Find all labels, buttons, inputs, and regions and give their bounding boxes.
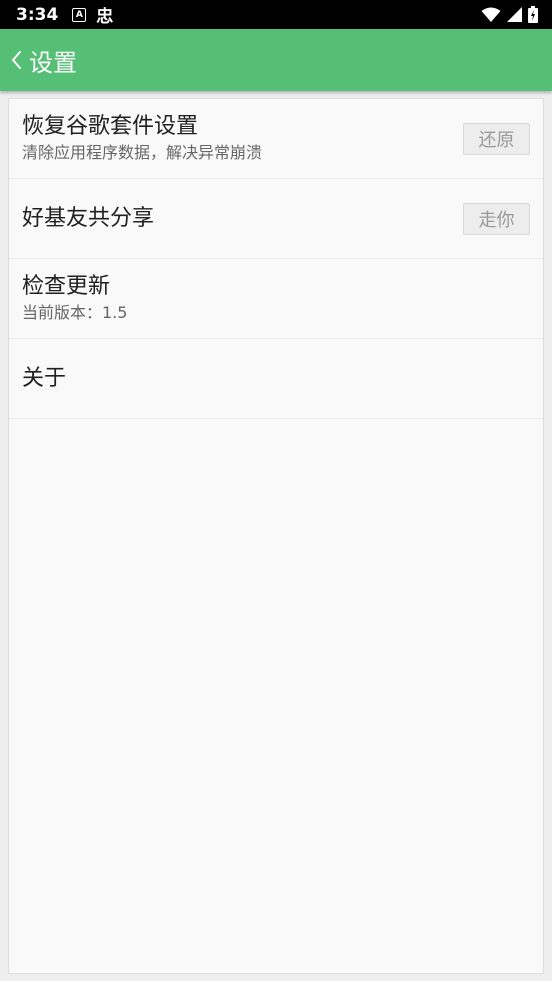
setting-about[interactable]: 关于: [9, 339, 543, 419]
setting-restore-gapps[interactable]: 恢复谷歌套件设置 清除应用程序数据，解决异常崩溃 还原: [9, 99, 543, 179]
wifi-icon: [481, 7, 501, 22]
setting-title: 好基友共分享: [22, 205, 155, 231]
chevron-left-icon: [12, 51, 21, 69]
setting-title: 关于: [22, 365, 67, 391]
setting-check-update[interactable]: 检查更新 当前版本：1.5: [9, 259, 543, 339]
setting-subtitle: 当前版本：1.5: [22, 303, 128, 322]
notification-a-icon: A: [72, 7, 87, 22]
signal-icon: [507, 7, 522, 22]
settings-list: 恢复谷歌套件设置 清除应用程序数据，解决异常崩溃 还原 好基友共分享 走你 检查…: [8, 98, 544, 974]
setting-title: 检查更新: [22, 274, 111, 299]
page-title: 设置: [29, 48, 77, 77]
back-button[interactable]: [10, 48, 28, 72]
setting-subtitle: 清除应用程序数据，解决异常崩溃: [22, 143, 263, 162]
battery-icon: [528, 6, 538, 23]
setting-share[interactable]: 好基友共分享 走你: [9, 179, 543, 259]
share-button[interactable]: 走你: [463, 202, 530, 235]
setting-title: 恢复谷歌套件设置: [22, 114, 199, 139]
status-icons: [481, 6, 538, 23]
app-bar: 设置: [0, 29, 552, 91]
status-bar: 3:34 A 忠: [0, 0, 552, 29]
restore-button[interactable]: 还原: [463, 122, 530, 155]
status-time: 3:34: [16, 4, 59, 25]
notification-b-icon: 忠: [96, 7, 114, 27]
